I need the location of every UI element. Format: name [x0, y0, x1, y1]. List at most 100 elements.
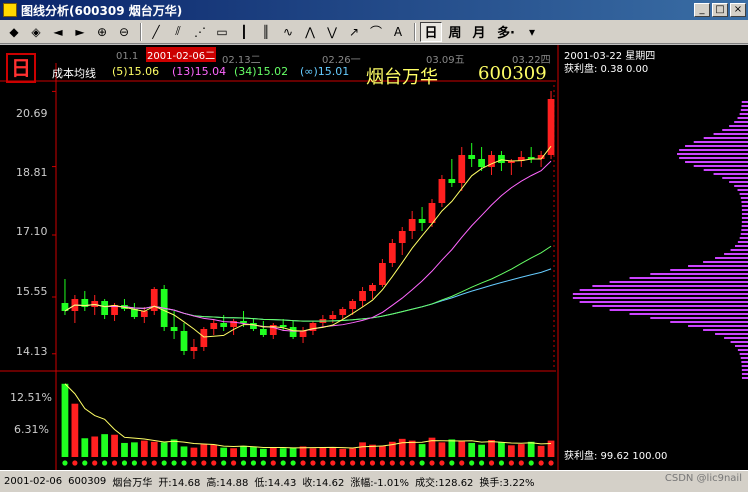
toolbar-separator — [414, 22, 416, 41]
chip-profile-bar — [740, 109, 748, 111]
maximize-button[interactable]: □ — [712, 3, 728, 17]
zoom-out-icon[interactable]: ⊖ — [114, 22, 134, 42]
candle-body — [448, 179, 456, 183]
volume-dot — [121, 460, 128, 466]
candle-body — [170, 327, 178, 331]
chip-profile-bar — [741, 105, 748, 107]
week-period-button[interactable]: 周 — [444, 22, 466, 42]
volume-bar — [220, 447, 228, 457]
diamond-icon[interactable]: ◆ — [4, 22, 24, 42]
status-open: 开:14.68 — [158, 478, 201, 489]
volume-dot — [181, 460, 187, 466]
chip-profile-bar — [670, 269, 748, 271]
volume-dot — [320, 460, 326, 466]
day-period-button[interactable]: 日 — [420, 21, 442, 42]
bar-icon[interactable]: ┃ — [234, 22, 254, 42]
chip-profile-bar — [592, 285, 748, 287]
volume-dot — [488, 460, 495, 466]
chevron-down-icon[interactable]: ▾ — [522, 22, 542, 42]
volume-ma-line — [64, 383, 552, 449]
volume-bar — [537, 445, 545, 457]
rectangle-icon[interactable]: ▭ — [212, 22, 232, 42]
volume-bar — [319, 447, 327, 457]
chip-profile-bar — [688, 265, 748, 267]
candle-body — [200, 329, 208, 347]
ma34-legend: (34)15.02 — [234, 65, 289, 78]
chip-profile-bar — [741, 101, 748, 103]
volume-dot — [72, 460, 78, 466]
chip-profile-bar — [629, 277, 748, 279]
volume-dot — [191, 460, 197, 466]
candle-body — [478, 159, 485, 167]
cost-ma-label: 成本均线 — [52, 67, 96, 80]
candle-body — [339, 309, 347, 315]
volume-dot — [161, 460, 167, 466]
more-period-button[interactable]: 多· — [492, 22, 520, 42]
arrow-right-icon[interactable]: ► — [70, 22, 90, 42]
volume-bar — [170, 439, 178, 457]
peak-icon[interactable]: ⋁ — [322, 22, 342, 42]
chip-profile-bar — [579, 301, 748, 303]
volume-dot — [111, 460, 118, 466]
candle-body — [349, 301, 357, 309]
volume-bar — [150, 441, 158, 457]
volume-dot — [508, 460, 514, 466]
chip-profile-bar — [729, 125, 748, 127]
chip-profile-bar — [737, 189, 748, 191]
chip-profile-bar — [739, 353, 748, 355]
period-badge: 日 — [6, 53, 36, 83]
status-amount: 成交:128.62 — [415, 478, 474, 489]
kline-chart[interactable] — [0, 45, 748, 470]
volume-dot — [201, 460, 207, 466]
volume-bar — [458, 441, 466, 457]
chip-profile-bar — [679, 157, 748, 159]
chip-profile-bar — [579, 289, 748, 291]
volume-bar — [121, 442, 128, 457]
bars-icon[interactable]: ║ — [256, 22, 276, 42]
text-icon[interactable]: A — [388, 22, 408, 42]
poly-icon[interactable]: ⋀ — [300, 22, 320, 42]
chip-profile-bar — [729, 181, 748, 183]
volume-bar — [230, 448, 237, 457]
diamond-icon[interactable]: ◈ — [26, 22, 46, 42]
chip-profile-bar — [650, 273, 748, 275]
volume-dot — [389, 460, 395, 466]
zoom-in-icon[interactable]: ⊕ — [92, 22, 112, 42]
month-period-button[interactable]: 月 — [468, 22, 490, 42]
volume-bar — [71, 403, 79, 457]
parallel-icon[interactable]: ⫽ — [168, 22, 188, 42]
volume-dot — [211, 460, 217, 466]
price-tick: 20.69 — [16, 107, 48, 120]
arc-icon[interactable]: ⌒ — [366, 22, 386, 42]
chip-profile-bar — [741, 361, 748, 363]
chip-profile-bar — [679, 149, 748, 151]
price-tick: 14.13 — [16, 345, 48, 358]
candle-body — [220, 323, 228, 327]
chip-profile-bar — [737, 117, 748, 119]
ma13-line — [64, 160, 552, 332]
price-tick: 17.10 — [16, 225, 48, 238]
chip-profile-bar — [703, 329, 748, 331]
fan-icon[interactable]: ⋰ — [190, 22, 210, 42]
chip-profile-bar — [703, 169, 748, 171]
profit-ratio-top: 获利盘: 0.38 0.00 — [564, 64, 649, 75]
volume-bar — [339, 448, 347, 457]
volume-bar — [279, 448, 287, 457]
volume-bar — [468, 442, 476, 457]
close-button[interactable]: × — [730, 3, 746, 17]
line-icon[interactable]: ╱ — [146, 22, 166, 42]
chart-area[interactable]: 日 成本均线 (5)15.06 (13)15.04 (34)15.02 (∞)1… — [0, 45, 748, 470]
candle-body — [259, 329, 267, 335]
volume-bar — [160, 442, 168, 457]
ma-inf-legend: (∞)15.01 — [300, 65, 350, 78]
volume-dot — [280, 460, 286, 466]
chip-profile-bar — [592, 305, 748, 307]
arrow-left-icon[interactable]: ◄ — [48, 22, 68, 42]
trend-icon[interactable]: ↗ — [344, 22, 364, 42]
chip-profile-bar — [650, 317, 748, 319]
minimize-button[interactable]: _ — [694, 3, 710, 17]
watermark: CSDN @lic9nail — [664, 473, 742, 484]
volume-bar — [448, 439, 456, 457]
wave-icon[interactable]: ∿ — [278, 22, 298, 42]
volume-bar — [190, 447, 198, 457]
